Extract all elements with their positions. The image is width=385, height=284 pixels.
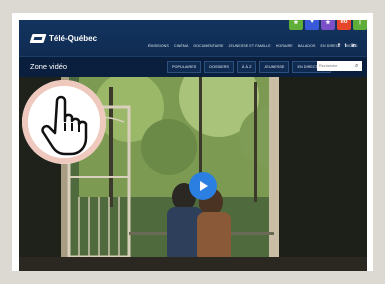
- nav-item-documentaire[interactable]: DOCUMENTAIRE: [193, 44, 223, 48]
- brand-badge-1[interactable]: ★: [289, 20, 303, 30]
- main-nav: ÉMISSIONS CINÉMA DOCUMENTAIRE JEUNESSE E…: [148, 44, 357, 48]
- social-links: f t in: [338, 43, 356, 49]
- brand-badge-3[interactable]: ★: [321, 20, 335, 30]
- search-input[interactable]: [317, 64, 355, 68]
- search-icon[interactable]: ⌕: [355, 63, 358, 70]
- nav-item-horaire[interactable]: HORAIRE: [276, 44, 293, 48]
- pill-dossiers[interactable]: DOSSIERS: [204, 61, 234, 73]
- page-title: Zone vidéo: [30, 62, 68, 71]
- en-direct-label: EN DIRECT: [297, 65, 318, 69]
- pill-jeunesse[interactable]: JEUNESSE: [259, 61, 290, 73]
- logo-text: Télé-Québec: [49, 34, 98, 43]
- instagram-icon[interactable]: in: [351, 43, 355, 49]
- nav-item-emissions[interactable]: ÉMISSIONS: [148, 44, 169, 48]
- category-pills: POPULAIRES DOSSIERS À À Z JEUNESSE EN DI…: [167, 61, 331, 73]
- video-player[interactable]: [19, 77, 367, 271]
- brand-badge-5[interactable]: |: [353, 20, 367, 30]
- nav-item-balados[interactable]: BALADOS: [298, 44, 316, 48]
- tele-quebec-page: Télé-Québec ÉMISSIONS CINÉMA DOCUMENTAIR…: [19, 20, 367, 271]
- site-header: Télé-Québec ÉMISSIONS CINÉMA DOCUMENTAIR…: [19, 20, 367, 56]
- play-icon: [200, 181, 208, 191]
- brand-badge-2[interactable]: ♥: [305, 20, 319, 30]
- site-logo[interactable]: Télé-Québec: [29, 34, 98, 43]
- nav-item-cinema[interactable]: CINÉMA: [174, 44, 189, 48]
- twitter-icon[interactable]: t: [345, 43, 347, 49]
- screenshot-frame: Télé-Québec ÉMISSIONS CINÉMA DOCUMENTAIR…: [12, 13, 373, 271]
- search-box: ⌕: [317, 61, 362, 71]
- facebook-icon[interactable]: f: [338, 43, 340, 49]
- hand-pointer-icon: [22, 80, 106, 164]
- play-button[interactable]: [189, 172, 217, 200]
- tq-logo-icon: [29, 34, 47, 43]
- nav-item-jeunesse-famille[interactable]: JEUNESSE ET FAMILLE: [229, 44, 271, 48]
- pill-a-z[interactable]: À À Z: [236, 61, 257, 73]
- video-subnav: Zone vidéo POPULAIRES DOSSIERS À À Z JEU…: [19, 56, 367, 78]
- brand-badge-ilo[interactable]: ilo: [337, 20, 351, 30]
- brand-badges: ★ ♥ ★ ilo |: [289, 20, 367, 30]
- pill-populaires[interactable]: POPULAIRES: [167, 61, 202, 73]
